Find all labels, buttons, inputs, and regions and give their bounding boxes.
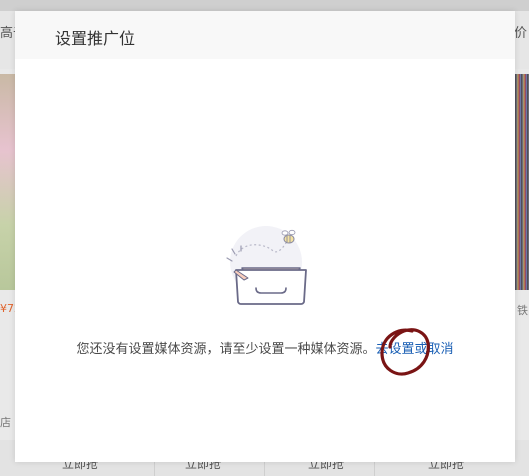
background-store-text: 店: [0, 416, 11, 429]
background-product-image-right: [515, 74, 529, 290]
cancel-link[interactable]: 取消: [428, 342, 454, 357]
empty-state-message: 您还没有设置媒体资源，请至少设置一种媒体资源。去设置或取消: [15, 338, 515, 357]
background-nav-right-text: 价: [513, 26, 527, 41]
or-label: 或: [414, 342, 428, 357]
background-top-strip: [0, 0, 529, 11]
background-product-image-left: [0, 74, 15, 290]
dialog-title: 设置推广位: [55, 29, 136, 48]
go-setup-link[interactable]: 去设置: [375, 342, 414, 357]
empty-state-text: 您还没有设置媒体资源，请至少设置一种媒体资源。: [76, 342, 376, 357]
setup-ad-slot-dialog: 设置推广位 您还没有设置媒体资源，请至少设置一种媒体资源。去设置或取消: [15, 11, 515, 462]
dialog-header: 设置推广位: [15, 11, 515, 59]
viewport: 高于 价 ¥72 铁 店 立即抢 立即抢 立即抢 立即抢 设置推广位 您还没有设…: [0, 0, 529, 476]
background-product-text: 铁: [517, 304, 528, 317]
empty-drawer-icon: [226, 226, 307, 305]
